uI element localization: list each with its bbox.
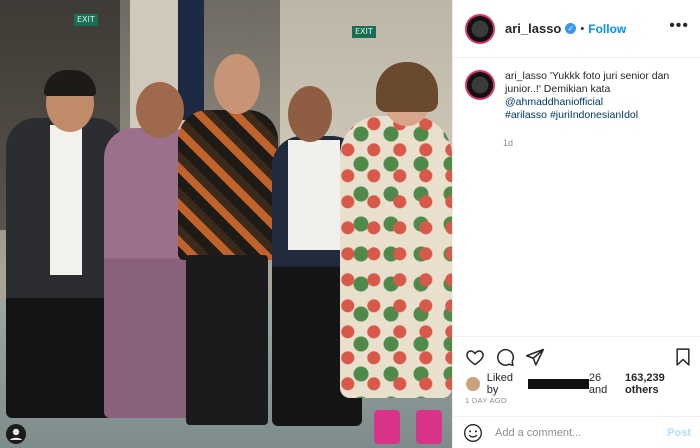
comment-input[interactable] bbox=[495, 426, 665, 439]
hair bbox=[376, 62, 438, 112]
person-head bbox=[214, 54, 260, 114]
likes-summary: Liked by 26 and 163,239 others bbox=[465, 372, 700, 396]
post-age: 1 DAY AGO bbox=[465, 396, 508, 405]
bookmark-icon[interactable] bbox=[673, 347, 693, 367]
likes-count-link[interactable]: 163,239 others bbox=[625, 372, 700, 396]
post-caption: ari_lasso 'Yukkk foto juri senior dan ju… bbox=[465, 70, 693, 122]
person-head bbox=[288, 86, 332, 142]
redacted-username bbox=[527, 379, 589, 389]
person-head bbox=[136, 82, 184, 138]
emoji-icon[interactable] bbox=[463, 423, 483, 443]
caption-body: ari_lasso 'Yukkk foto juri senior dan ju… bbox=[505, 70, 690, 122]
exit-sign: EXIT bbox=[352, 26, 376, 38]
action-bar bbox=[453, 336, 700, 376]
follow-button[interactable]: Follow bbox=[588, 22, 626, 36]
caption-username[interactable]: ari_lasso bbox=[505, 70, 547, 82]
liker-avatar[interactable] bbox=[465, 376, 481, 392]
send-icon[interactable] bbox=[525, 347, 545, 367]
pink-shoe bbox=[374, 410, 400, 444]
caption-timestamp: 1d bbox=[503, 138, 514, 148]
caption-author-avatar[interactable] bbox=[465, 70, 495, 100]
post-side-panel: ari_lasso ✓ • Follow ••• ari_lasso 'Yukk… bbox=[452, 0, 700, 448]
caption-mention-link[interactable]: @ahmaddhaniofficial bbox=[505, 96, 603, 108]
person-figure bbox=[178, 110, 278, 260]
post-header: ari_lasso ✓ • Follow ••• bbox=[453, 0, 700, 58]
exit-sign: EXIT bbox=[74, 14, 98, 26]
person-figure bbox=[340, 116, 452, 398]
more-options-icon[interactable]: ••• bbox=[669, 18, 689, 34]
likes-prefix: Liked by bbox=[486, 372, 514, 396]
post-comment-button[interactable]: Post bbox=[667, 427, 691, 439]
separator-dot: • bbox=[580, 22, 585, 35]
white-shirt bbox=[288, 140, 340, 250]
comment-icon[interactable] bbox=[495, 347, 515, 367]
black-jeans bbox=[186, 255, 268, 425]
heart-icon[interactable] bbox=[465, 347, 485, 367]
verified-badge-icon: ✓ bbox=[565, 23, 577, 34]
post-photo[interactable]: EXIT EXIT bbox=[0, 0, 452, 448]
likes-suffix: 26 and bbox=[588, 372, 608, 396]
author-username[interactable]: ari_lasso bbox=[505, 21, 561, 36]
author-avatar[interactable] bbox=[465, 13, 495, 44]
caption-hashtags-link[interactable]: #arilasso #juriIndonesianIdol bbox=[505, 109, 638, 121]
pink-shoe bbox=[416, 410, 442, 444]
profile-avatar-icon[interactable] bbox=[6, 424, 26, 444]
white-shirt bbox=[50, 125, 82, 275]
comment-bar: Post bbox=[453, 416, 700, 448]
